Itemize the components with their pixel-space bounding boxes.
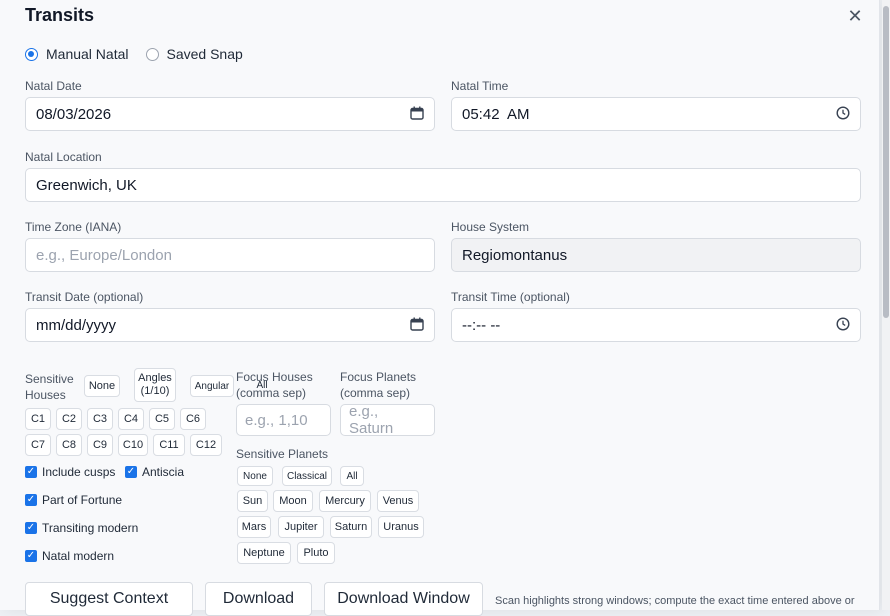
natal-date-value: 08/03/2026 <box>36 105 112 123</box>
cusp-chip[interactable]: C2 <box>56 408 82 430</box>
transit-date-placeholder: mm/dd/yyyy <box>36 316 117 334</box>
radio-saved-snap[interactable]: Saved Snap <box>145 46 243 62</box>
time-zone-placeholder: e.g., Europe/London <box>36 246 172 264</box>
planets-preset-none[interactable]: None <box>237 466 273 486</box>
houses-preset-none[interactable]: None <box>84 375 120 397</box>
cusp-chip[interactable]: C12 <box>190 434 222 456</box>
dialog-title: Transits <box>25 5 95 25</box>
checkmark-icon: ✓ <box>125 466 137 478</box>
part-of-fortune-label: Part of Fortune <box>42 493 123 507</box>
checkmark-icon: ✓ <box>25 550 37 562</box>
cusp-chip[interactable]: C6 <box>180 408 206 430</box>
antiscia-label: Antiscia <box>142 465 185 479</box>
natal-location-input[interactable]: Greenwich, UK <box>25 168 861 202</box>
natal-location-label: Natal Location <box>25 150 102 164</box>
cusp-chip[interactable]: C7 <box>25 434 51 456</box>
download-button[interactable]: Download <box>205 582 312 616</box>
houses-preset-angles[interactable]: Angles (1/10) <box>134 368 176 402</box>
radio-manual-natal-label: Manual Natal <box>46 46 129 62</box>
planet-chip[interactable]: Moon <box>273 490 313 512</box>
scrollbar-thumb[interactable] <box>883 6 889 318</box>
planet-chip[interactable]: Jupiter <box>278 516 324 538</box>
house-system-label: House System <box>451 220 530 234</box>
planet-chip[interactable]: Venus <box>377 490 419 512</box>
planets-preset-all[interactable]: All <box>340 466 364 486</box>
cusp-chip[interactable]: C1 <box>25 408 51 430</box>
transiting-modern-checkbox[interactable]: ✓ Transiting modern <box>25 521 138 535</box>
sensitive-houses-label: Sensitive Houses <box>25 372 74 402</box>
planet-chip[interactable]: Neptune <box>237 542 291 564</box>
cusp-chip[interactable]: C9 <box>87 434 113 456</box>
transits-dialog: Transits ✕ Manual Natal Saved Snap Natal… <box>0 0 880 616</box>
cusp-chip[interactable]: C11 <box>153 434 185 456</box>
radio-selected-indicator <box>25 47 38 61</box>
planet-chip[interactable]: Pluto <box>297 542 335 564</box>
include-cusps-checkbox[interactable]: ✓ Include cusps <box>25 465 115 479</box>
house-system-value: Regiomontanus <box>462 246 568 264</box>
include-cusps-label: Include cusps <box>42 465 116 479</box>
cusp-chip[interactable]: C4 <box>118 408 144 430</box>
planet-chip[interactable]: Sun <box>237 490 268 512</box>
natal-modern-checkbox[interactable]: ✓ Natal modern <box>25 549 114 563</box>
dialog-scrollbar[interactable] <box>882 0 890 610</box>
transit-date-label: Transit Date (optional) <box>25 290 144 304</box>
calendar-icon[interactable] <box>410 317 424 334</box>
transit-date-input[interactable]: mm/dd/yyyy <box>25 308 435 342</box>
planet-chip[interactable]: Mercury <box>319 490 371 512</box>
planet-chip[interactable]: Mars <box>237 516 271 538</box>
transiting-modern-label: Transiting modern <box>42 521 139 535</box>
clock-icon[interactable] <box>836 105 850 123</box>
clock-icon[interactable] <box>836 316 850 334</box>
natal-time-value: 05:42 AM <box>462 105 530 123</box>
focus-houses-input[interactable]: e.g., 1,10 <box>236 404 331 436</box>
focus-planets-label: Focus Planets (comma sep) <box>340 370 417 400</box>
focus-houses-label: Focus Houses (comma sep) <box>236 370 313 400</box>
radio-unselected-indicator <box>145 47 159 61</box>
transit-time-input[interactable]: --:-- -- <box>451 308 861 342</box>
transit-time-label: Transit Time (optional) <box>451 290 570 304</box>
natal-date-label: Natal Date <box>25 79 82 93</box>
time-zone-label: Time Zone (IANA) <box>25 220 122 234</box>
house-system-select[interactable]: Regiomontanus <box>451 238 861 272</box>
focus-planets-placeholder: e.g., Saturn <box>349 403 394 437</box>
houses-preset-angular[interactable]: Angular <box>190 375 234 397</box>
cusp-chip[interactable]: C8 <box>56 434 82 456</box>
natal-date-input[interactable]: 08/03/2026 <box>25 97 435 131</box>
scan-hint-text: Scan highlights strong windows; compute … <box>495 595 855 607</box>
planet-chip[interactable]: Uranus <box>378 516 424 538</box>
natal-location-value: Greenwich, UK <box>36 176 137 194</box>
radio-manual-natal[interactable]: Manual Natal <box>25 46 129 62</box>
transit-time-placeholder: --:-- -- <box>462 316 501 334</box>
time-zone-input[interactable]: e.g., Europe/London <box>25 238 435 272</box>
close-icon[interactable]: ✕ <box>845 6 865 26</box>
natal-mode-radio-group: Manual Natal Saved Snap <box>25 46 252 62</box>
natal-time-label: Natal Time <box>451 79 509 93</box>
download-window-button[interactable]: Download Window <box>324 582 483 616</box>
cusp-chip[interactable]: C3 <box>87 408 113 430</box>
checkmark-icon: ✓ <box>25 494 37 506</box>
antiscia-checkbox[interactable]: ✓ Antiscia <box>125 465 184 479</box>
planets-preset-classical[interactable]: Classical <box>282 466 332 486</box>
focus-houses-placeholder: e.g., 1,10 <box>245 411 308 429</box>
natal-time-input[interactable]: 05:42 AM <box>451 97 861 131</box>
radio-saved-snap-label: Saved Snap <box>166 46 243 62</box>
calendar-icon[interactable] <box>410 106 424 123</box>
part-of-fortune-checkbox[interactable]: ✓ Part of Fortune <box>25 493 122 507</box>
focus-planets-input[interactable]: e.g., Saturn <box>340 403 435 437</box>
sensitive-planets-label: Sensitive Planets <box>236 447 329 461</box>
checkmark-icon: ✓ <box>25 466 37 478</box>
planet-chip[interactable]: Saturn <box>330 516 372 538</box>
suggest-context-button[interactable]: Suggest Context <box>25 582 193 616</box>
cusp-chip[interactable]: C5 <box>149 408 175 430</box>
cusp-chip[interactable]: C10 <box>118 434 148 456</box>
checkmark-icon: ✓ <box>25 522 37 534</box>
natal-modern-label: Natal modern <box>42 549 115 563</box>
